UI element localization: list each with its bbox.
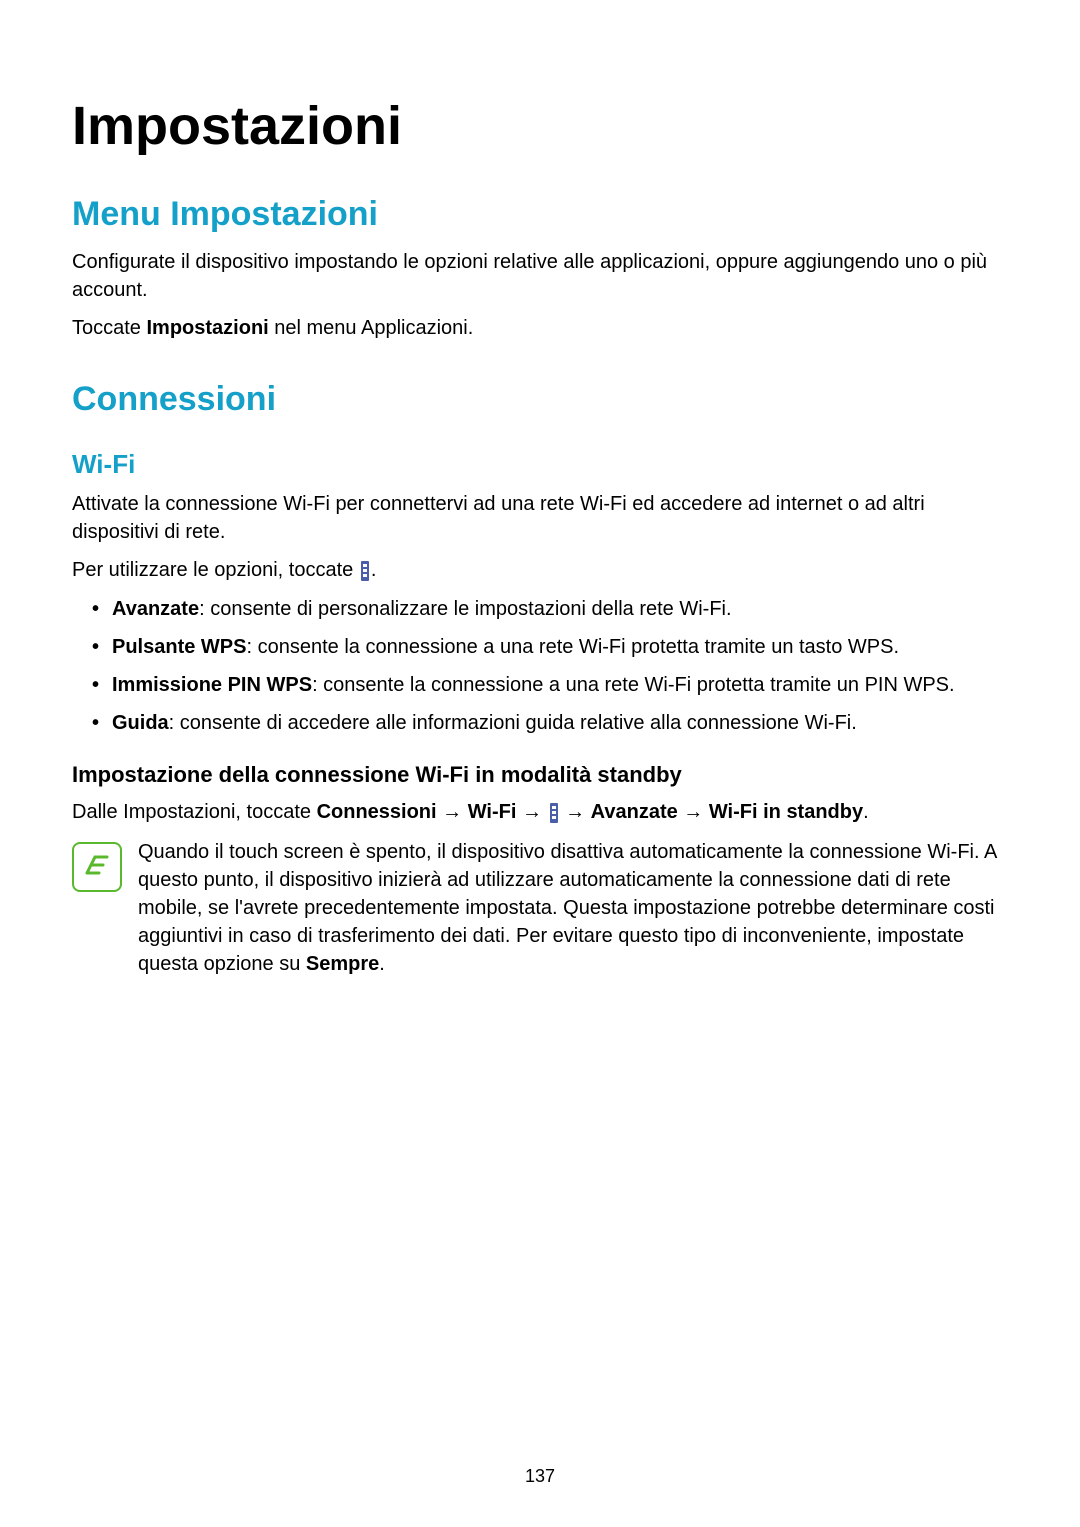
list-item: Immissione PIN WPS: consente la connessi… bbox=[112, 670, 1008, 700]
list-item: Guida: consente di accedere alle informa… bbox=[112, 708, 1008, 738]
option-desc: : consente di accedere alle informazioni… bbox=[169, 712, 857, 734]
menu-paragraph-1: Configurate il dispositivo impostando le… bbox=[72, 248, 1008, 304]
overflow-menu-icon bbox=[550, 803, 558, 823]
standby-title: Impostazione della connessione Wi-Fi in … bbox=[72, 762, 1008, 788]
arrow: → bbox=[560, 801, 591, 823]
text: Dalle Impostazioni, toccate bbox=[72, 801, 317, 823]
option-label: Pulsante WPS bbox=[112, 636, 246, 658]
note-block: Quando il touch screen è spento, il disp… bbox=[72, 838, 1008, 978]
path-segment: Avanzate bbox=[591, 801, 678, 823]
option-desc: : consente la connessione a una rete Wi-… bbox=[246, 636, 899, 658]
wifi-options-list: Avanzate: consente di personalizzare le … bbox=[72, 594, 1008, 738]
standby-path: Dalle Impostazioni, toccate Connessioni … bbox=[72, 798, 1008, 826]
list-item: Avanzate: consente di personalizzare le … bbox=[112, 594, 1008, 624]
note-icon bbox=[72, 842, 122, 892]
arrow: → bbox=[678, 801, 709, 823]
option-label: Immissione PIN WPS bbox=[112, 674, 312, 696]
text: Quando il touch screen è spento, il disp… bbox=[138, 841, 996, 975]
subsection-title-wifi: Wi-Fi bbox=[72, 449, 1008, 480]
list-item: Pulsante WPS: consente la connessione a … bbox=[112, 632, 1008, 662]
option-label: Avanzate bbox=[112, 598, 199, 620]
overflow-menu-icon bbox=[361, 561, 369, 581]
arrow: → bbox=[516, 801, 547, 823]
menu-paragraph-2: Toccate Impostazioni nel menu Applicazio… bbox=[72, 314, 1008, 342]
option-label: Guida bbox=[112, 712, 169, 734]
text: . bbox=[379, 953, 385, 975]
text: . bbox=[863, 801, 869, 823]
bold-text: Sempre bbox=[306, 953, 379, 975]
arrow: → bbox=[437, 801, 468, 823]
bold-text: Impostazioni bbox=[146, 317, 268, 339]
text: Toccate bbox=[72, 317, 146, 339]
section-title-menu: Menu Impostazioni bbox=[72, 195, 1008, 234]
page-number: 137 bbox=[0, 1466, 1080, 1487]
option-desc: : consente la connessione a una rete Wi-… bbox=[312, 674, 955, 696]
path-segment: Wi-Fi bbox=[468, 801, 517, 823]
section-title-connessioni: Connessioni bbox=[72, 380, 1008, 419]
text: Per utilizzare le opzioni, toccate bbox=[72, 559, 359, 581]
note-text: Quando il touch screen è spento, il disp… bbox=[138, 838, 1008, 978]
path-segment: Wi-Fi in standby bbox=[709, 801, 863, 823]
wifi-paragraph-2: Per utilizzare le opzioni, toccate . bbox=[72, 556, 1008, 584]
option-desc: : consente di personalizzare le impostaz… bbox=[199, 598, 731, 620]
text: nel menu Applicazioni. bbox=[269, 317, 474, 339]
text: . bbox=[371, 559, 377, 581]
path-segment: Connessioni bbox=[317, 801, 437, 823]
wifi-paragraph-1: Attivate la connessione Wi-Fi per connet… bbox=[72, 490, 1008, 546]
page-title: Impostazioni bbox=[72, 95, 1008, 157]
document-page: Impostazioni Menu Impostazioni Configura… bbox=[0, 0, 1080, 1527]
